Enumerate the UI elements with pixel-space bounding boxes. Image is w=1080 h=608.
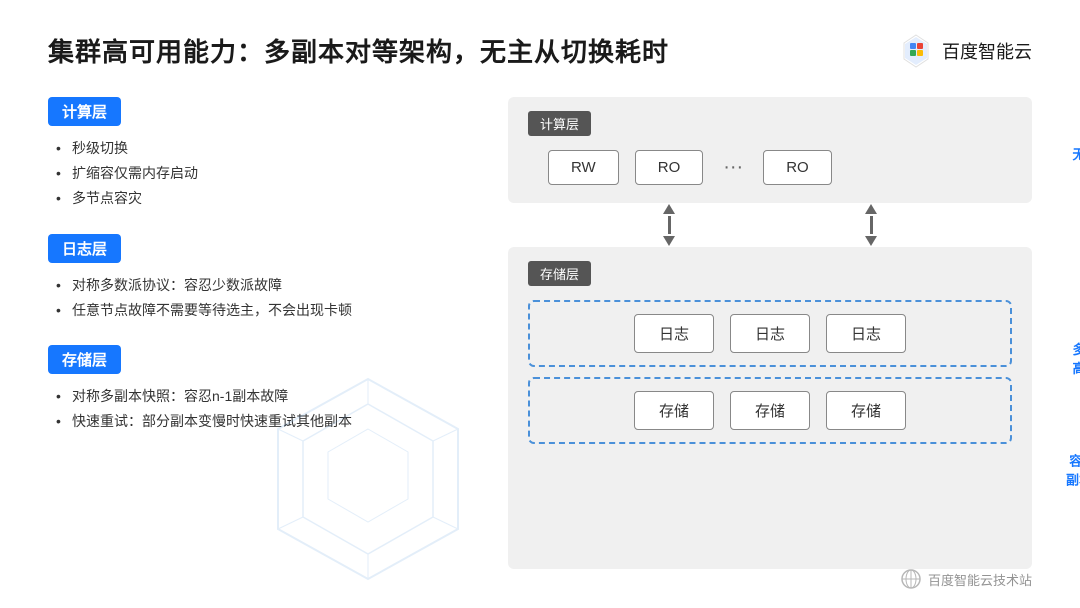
ro-node-2: RO <box>763 150 832 185</box>
log-bullet-1: 对称多数派协议：容忍少数派故障 <box>56 273 468 298</box>
stateless-label: 无状态 <box>1072 147 1080 162</box>
stateless-annotation: 无状态 <box>1047 145 1080 165</box>
arrow-shaft-2 <box>870 216 873 234</box>
log-bullet-2: 任意节点故障不需要等待选主，不会出现卡顿 <box>56 298 468 323</box>
log-bullet-list: 对称多数派协议：容忍少数派故障 任意节点故障不需要等待选主，不会出现卡顿 <box>48 273 468 323</box>
log-dashed-box: 日志 日志 日志 <box>528 300 1012 367</box>
page: 集群高可用能力：多副本对等架构，无主从切换耗时 百度智能云 计算层 秒级切换 <box>0 0 1080 608</box>
header: 集群高可用能力：多副本对等架构，无主从切换耗时 百度智能云 <box>48 32 1032 69</box>
log-node-3: 日志 <box>826 314 906 353</box>
compute-bullet-list: 秒级切换 扩缩容仅需内存启动 多节点容灾 <box>48 136 468 212</box>
compute-layer-label: 计算层 <box>528 111 591 136</box>
right-wrapper: 计算层 RW RO ··· RO <box>508 97 1032 569</box>
baidu-cloud-icon <box>898 33 934 69</box>
page-title: 集群高可用能力：多副本对等架构，无主从切换耗时 <box>48 32 669 69</box>
tolerant-label: 容忍n-1副本故障 <box>1066 453 1080 488</box>
storage-node-2: 存储 <box>730 391 810 430</box>
storage-node-3: 存储 <box>826 391 906 430</box>
ro-node-1: RO <box>635 150 704 185</box>
compute-diagram-section: 计算层 RW RO ··· RO <box>508 97 1032 203</box>
logo-text: 百度智能云 <box>942 38 1032 64</box>
majority-label: 多数派高可用 <box>1072 342 1080 377</box>
log-node-2: 日志 <box>730 314 810 353</box>
storage-tag: 存储层 <box>48 345 121 374</box>
log-node-1: 日志 <box>634 314 714 353</box>
storage-diagram-section: 存储层 日志 日志 日志 存储 存储 存储 <box>508 247 1032 569</box>
watermark-icon <box>900 568 922 590</box>
arrow-up-head <box>663 204 675 214</box>
hex-decoration <box>258 369 478 589</box>
compute-section-left: 计算层 秒级切换 扩缩容仅需内存启动 多节点容灾 <box>48 97 468 212</box>
compute-bullet-2: 扩缩容仅需内存启动 <box>56 161 468 186</box>
logo-area: 百度智能云 <box>898 33 1032 69</box>
watermark: 百度智能云技术站 <box>900 568 1032 590</box>
watermark-text: 百度智能云技术站 <box>928 570 1032 589</box>
compute-bullet-1: 秒级切换 <box>56 136 468 161</box>
storage-inner: 日志 日志 日志 存储 存储 存储 <box>528 300 1012 444</box>
dots: ··· <box>723 156 743 179</box>
log-tag: 日志层 <box>48 234 121 263</box>
arrows-row <box>508 203 1032 247</box>
left-panel: 计算层 秒级切换 扩缩容仅需内存启动 多节点容灾 日志层 对称多数派协议：容忍少… <box>48 97 468 569</box>
diagram-container: 计算层 RW RO ··· RO <box>508 97 1032 569</box>
log-section-left: 日志层 对称多数派协议：容忍少数派故障 任意节点故障不需要等待选主，不会出现卡顿 <box>48 234 468 323</box>
rw-node: RW <box>548 150 619 185</box>
storage-node-1: 存储 <box>634 391 714 430</box>
arrow-down-head-2 <box>865 236 877 246</box>
compute-tag: 计算层 <box>48 97 121 126</box>
storage-layer-label: 存储层 <box>528 261 591 286</box>
arrow-shaft <box>668 216 671 234</box>
compute-nodes-row: RW RO ··· RO <box>528 150 1012 185</box>
storage-dashed-box: 存储 存储 存储 <box>528 377 1012 444</box>
arrow-left <box>663 204 675 246</box>
compute-bullet-3: 多节点容灾 <box>56 186 468 211</box>
majority-annotation: 多数派高可用 <box>1047 340 1080 379</box>
main-content: 计算层 秒级切换 扩缩容仅需内存启动 多节点容灾 日志层 对称多数派协议：容忍少… <box>48 97 1032 569</box>
arrow-right <box>865 204 877 246</box>
tolerant-annotation: 容忍n-1副本故障 <box>1047 451 1080 490</box>
arrow-up-head-2 <box>865 204 877 214</box>
arrow-down-head <box>663 236 675 246</box>
